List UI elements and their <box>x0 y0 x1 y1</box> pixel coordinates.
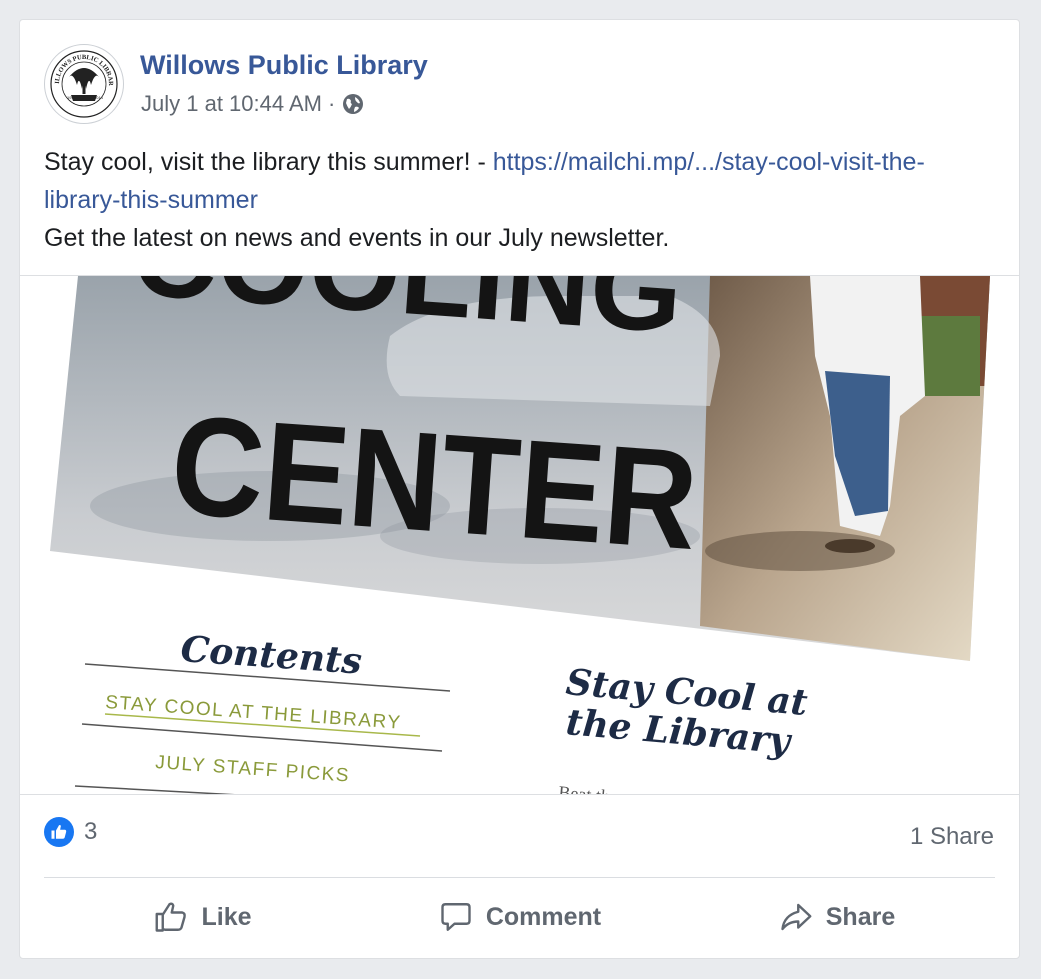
contents-item-2: JULY STAFF PICKS <box>155 752 351 787</box>
share-button-label: Share <box>825 902 896 931</box>
share-button[interactable]: Share <box>678 882 995 952</box>
meta-separator: · <box>328 91 336 116</box>
like-button[interactable]: Like <box>44 882 361 952</box>
svg-text:2014: 2014 <box>94 95 104 100</box>
comment-button[interactable]: Comment <box>361 882 678 952</box>
post-text-line1: Stay cool, visit the library this summer… <box>44 148 493 176</box>
svg-text:1914: 1914 <box>67 95 77 100</box>
reaction-summary[interactable]: 3 <box>44 817 97 847</box>
thumbs-up-icon <box>156 902 187 932</box>
article-snippet: Beat th... <box>558 782 624 795</box>
newsletter-preview-image: COOLING CENTER Contents STAY COOL AT THE… <box>50 276 990 795</box>
post-timestamp[interactable]: July 1 at 10:44 AM <box>141 91 322 117</box>
like-button-label: Like <box>201 902 252 931</box>
post-card: WILLOWS PUBLIC LIBRARY 1914 2014 Willows… <box>19 19 1020 959</box>
library-logo-icon: WILLOWS PUBLIC LIBRARY 1914 2014 <box>45 45 118 118</box>
actions-divider <box>44 877 995 878</box>
post-image[interactable]: COOLING CENTER Contents STAY COOL AT THE… <box>20 275 1019 795</box>
contents-heading: Contents <box>179 628 363 683</box>
post-meta: July 1 at 10:44 AM · <box>141 91 365 117</box>
share-arrow-icon <box>781 903 812 931</box>
like-count: 3 <box>84 818 98 845</box>
post-body: Stay cool, visit the library this summer… <box>44 143 994 257</box>
like-reaction-icon <box>44 817 74 847</box>
share-count[interactable]: 1 Share <box>910 823 994 851</box>
page-name-link[interactable]: Willows Public Library <box>140 50 428 81</box>
comment-button-label: Comment <box>485 902 602 931</box>
avatar[interactable]: WILLOWS PUBLIC LIBRARY 1914 2014 <box>44 44 124 124</box>
comment-icon <box>441 903 471 931</box>
contents-item-1: STAY COOL AT THE LIBRARY <box>105 692 403 734</box>
action-bar: Like Comment Share <box>44 882 995 952</box>
post-text-line2: Get the latest on news and events in our… <box>44 224 670 252</box>
globe-icon[interactable] <box>341 92 365 116</box>
